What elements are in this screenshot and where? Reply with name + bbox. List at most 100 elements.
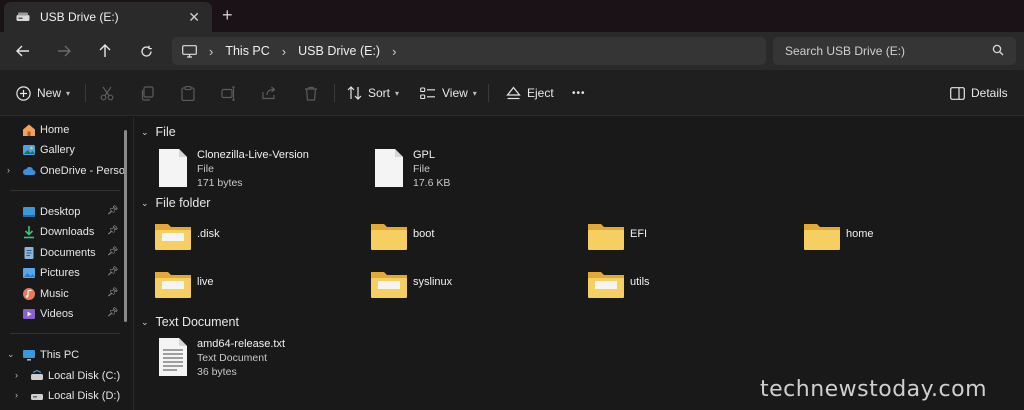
drive-icon [31, 369, 43, 380]
monitor-icon [182, 44, 197, 58]
divider [85, 84, 86, 102]
breadcrumb-separator[interactable]: › [392, 44, 396, 59]
share-icon [262, 86, 276, 100]
breadcrumb-separator[interactable]: › [282, 44, 286, 59]
address-bar[interactable]: › This PC › USB Drive (E:) › [172, 37, 766, 65]
pin-icon[interactable]: 📌︎ [107, 287, 118, 298]
search-input[interactable] [785, 44, 985, 58]
file-item-amd64-release[interactable]: amd64-release.txt Text Document 36 bytes [157, 337, 367, 381]
sidebar-scrollbar[interactable] [124, 130, 127, 322]
sidebar-item-label: Pictures [40, 267, 80, 279]
sidebar-item-this-pc[interactable]: ⌄ This PC [0, 345, 124, 365]
group-header-file[interactable]: ⌄ File [141, 125, 176, 139]
group-title: File [155, 125, 176, 139]
folder-item-efi[interactable]: EFI [587, 221, 797, 255]
search-box[interactable] [773, 37, 1016, 65]
paste-button[interactable] [181, 82, 195, 104]
arrow-right-icon [58, 45, 71, 57]
group-header-file-folder[interactable]: ⌄ File folder [141, 196, 210, 210]
tab-usb-drive[interactable]: USB Drive (E:) ✕ [4, 2, 212, 32]
sort-label: Sort [368, 86, 391, 100]
address-row: › This PC › USB Drive (E:) › [0, 32, 1024, 70]
new-button[interactable]: New ▾ [16, 82, 70, 104]
sidebar-item-label: Videos [40, 308, 74, 320]
pin-icon[interactable]: 📌︎ [107, 246, 118, 257]
sidebar-item-label: Music [40, 288, 69, 300]
share-button[interactable] [262, 82, 277, 104]
arrow-left-icon [16, 45, 29, 57]
file-name: Clonezilla-Live-Version [197, 149, 309, 161]
forward-button[interactable] [54, 41, 74, 61]
folder-item-home[interactable]: home [803, 221, 1013, 255]
file-type: Text Document [197, 352, 268, 364]
view-label: View [442, 86, 468, 100]
sidebar-item-pictures[interactable]: Pictures 📌︎ [0, 263, 124, 283]
file-type: File [197, 163, 214, 175]
folder-item-utils[interactable]: utils [587, 269, 797, 303]
chevron-right-icon[interactable]: › [15, 370, 18, 380]
new-tab-button[interactable]: + [222, 5, 233, 25]
rename-button[interactable] [221, 82, 236, 104]
sidebar-item-label: Documents [40, 247, 96, 259]
file-list: ⌄ File Clonezilla-Live-Version File 171 … [135, 117, 1024, 410]
breadcrumb-this-pc[interactable]: This PC [225, 44, 269, 58]
sidebar-item-local-disk-d[interactable]: › Local Disk (D:) [8, 386, 132, 406]
file-item-gpl[interactable]: GPL File 17.6 KB [373, 148, 583, 192]
delete-button[interactable] [304, 82, 318, 104]
folder-item-live[interactable]: live [154, 269, 364, 303]
sidebar-item-label: Desktop [40, 206, 81, 218]
folder-name: EFI [630, 228, 648, 240]
pin-icon[interactable]: 📌︎ [107, 205, 118, 216]
search-icon[interactable] [992, 44, 1004, 56]
chevron-down-icon: ▾ [395, 88, 400, 98]
new-label: New [37, 86, 62, 100]
up-button[interactable] [95, 41, 115, 61]
divider [488, 84, 489, 102]
pin-icon[interactable]: 📌︎ [107, 266, 118, 277]
sidebar-item-label: Gallery [40, 144, 75, 156]
view-icon [420, 86, 435, 99]
folder-icon [155, 272, 191, 298]
sidebar-item-downloads[interactable]: Downloads 📌︎ [0, 222, 124, 242]
chevron-down-icon[interactable]: ⌄ [7, 349, 15, 360]
cut-button[interactable] [100, 82, 114, 104]
sidebar-item-local-disk-c[interactable]: › Local Disk (C:) [8, 366, 132, 386]
back-button[interactable] [13, 41, 33, 61]
folder-item-syslinux[interactable]: syslinux [370, 269, 580, 303]
view-button[interactable]: View ▾ [420, 82, 477, 104]
folder-item-boot[interactable]: boot [370, 221, 580, 255]
sidebar-item-documents[interactable]: Documents 📌︎ [0, 243, 124, 263]
pin-icon[interactable]: 📌︎ [107, 225, 118, 236]
sidebar-item-label: Local Disk (D:) [48, 390, 121, 402]
close-tab-icon[interactable]: ✕ [188, 9, 200, 26]
folder-item-disk[interactable]: .disk [154, 221, 364, 255]
divider [10, 333, 120, 334]
refresh-button[interactable] [136, 41, 156, 61]
sidebar-item-onedrive[interactable]: › OneDrive - Persor [0, 161, 124, 181]
details-button[interactable]: Details [950, 82, 1008, 104]
pin-icon[interactable]: 📌︎ [107, 307, 118, 318]
copy-button[interactable] [140, 82, 154, 104]
sidebar-item-home[interactable]: Home [0, 120, 124, 140]
chevron-right-icon[interactable]: › [7, 165, 10, 175]
monitor-icon [23, 350, 35, 361]
rename-icon [221, 85, 235, 101]
folder-icon [588, 224, 624, 250]
folder-name: live [197, 276, 214, 288]
chevron-right-icon[interactable]: › [15, 390, 18, 400]
file-name: GPL [413, 149, 436, 161]
sidebar-item-videos[interactable]: Videos 📌︎ [0, 304, 124, 324]
sidebar-item-music[interactable]: Music 📌︎ [0, 284, 124, 304]
plus-circle-icon [16, 85, 31, 101]
delete-icon [305, 86, 317, 101]
more-options-button[interactable]: ••• [572, 82, 586, 104]
music-icon [23, 288, 35, 300]
file-item-clonezilla[interactable]: Clonezilla-Live-Version File 171 bytes [157, 148, 367, 192]
eject-button[interactable]: Eject [506, 82, 554, 104]
sidebar-item-desktop[interactable]: Desktop 📌︎ [0, 202, 124, 222]
sidebar-item-gallery[interactable]: Gallery [0, 140, 124, 160]
group-header-text-document[interactable]: ⌄ Text Document [141, 315, 239, 329]
sidebar-item-label: Downloads [40, 226, 95, 238]
sort-button[interactable]: Sort ▾ [347, 82, 399, 104]
breadcrumb-usb-drive[interactable]: USB Drive (E:) [298, 44, 380, 58]
